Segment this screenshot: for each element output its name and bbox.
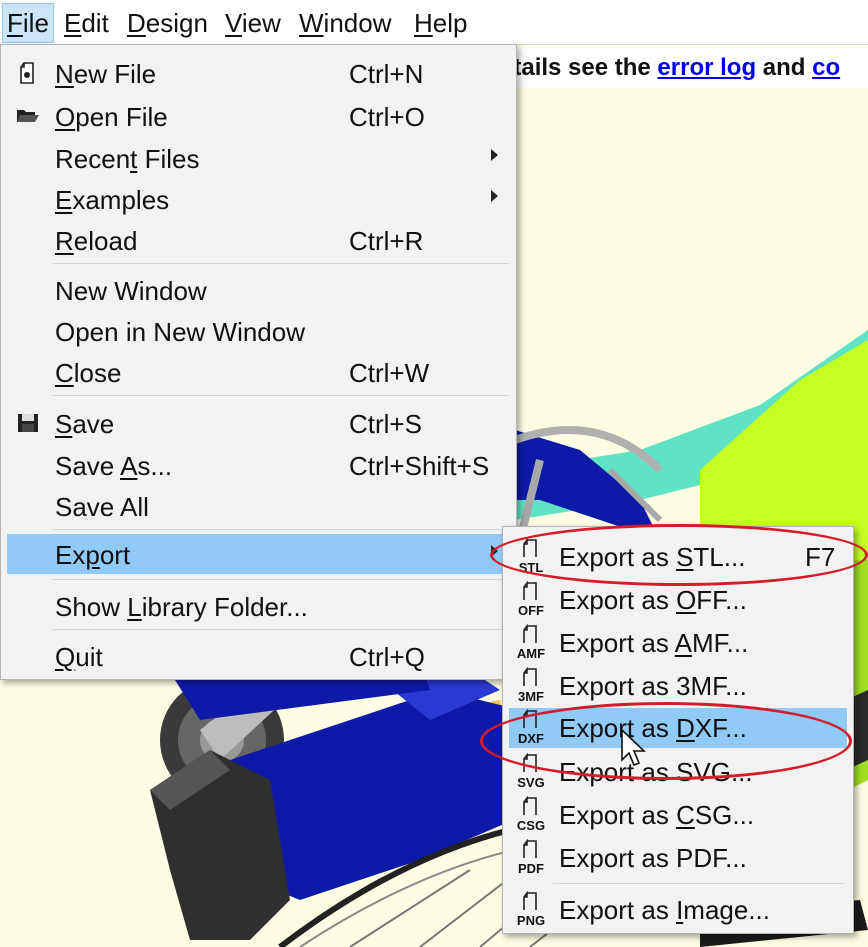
export-off[interactable]: OFF Export as OFF...	[509, 580, 847, 620]
menu-view[interactable]: View	[221, 4, 285, 42]
shortcut: Ctrl+S	[349, 409, 422, 439]
file-amf-icon: AMF	[511, 624, 551, 662]
menu-window[interactable]: Window	[295, 4, 395, 42]
shortcut: Ctrl+O	[349, 102, 425, 132]
shortcut: Ctrl+Q	[349, 642, 425, 672]
export-csg[interactable]: CSG Export as CSG...	[509, 795, 847, 835]
menu-separator	[53, 629, 509, 630]
annotation-ellipse-stl	[490, 524, 868, 586]
menu-separator	[53, 529, 509, 530]
file-menu-show-library-folder[interactable]: Show Library Folder...	[7, 586, 510, 626]
file-menu-save[interactable]: Save Ctrl+S	[7, 403, 510, 443]
file-3mf-icon: 3MF	[511, 667, 551, 705]
mouse-cursor-icon	[621, 728, 646, 767]
shortcut: Ctrl+Shift+S	[349, 451, 490, 481]
file-png-icon: PNG	[511, 891, 551, 929]
shortcut: Ctrl+N	[349, 59, 424, 89]
menu-help[interactable]: Help	[410, 4, 471, 42]
file-menu-open-file[interactable]: Open File Ctrl+O	[7, 96, 510, 136]
file-menu-save-as[interactable]: Save As... Ctrl+Shift+S	[7, 445, 510, 485]
file-pdf-icon: PDF	[511, 839, 551, 877]
menu-bar: File Edit Design View Window Help	[0, 0, 868, 45]
export-3mf[interactable]: 3MF Export as 3MF...	[509, 666, 847, 706]
error-text-middle: and	[756, 54, 813, 81]
submenu-arrow-icon	[491, 149, 498, 161]
annotation-ellipse-dxf	[480, 702, 852, 780]
file-off-icon: OFF	[511, 581, 551, 619]
file-menu-open-in-new-window[interactable]: Open in New Window	[7, 311, 510, 351]
file-menu-quit[interactable]: Quit Ctrl+Q	[7, 636, 510, 676]
export-image[interactable]: PNG Export as Image...	[509, 890, 847, 930]
error-text-prefix: etails see the	[500, 54, 658, 81]
submenu-arrow-icon	[491, 190, 498, 202]
menu-design[interactable]: Design	[123, 4, 212, 42]
menu-separator	[53, 579, 509, 580]
menu-separator	[53, 263, 509, 264]
export-pdf[interactable]: PDF Export as PDF...	[509, 838, 847, 878]
file-menu-export[interactable]: Export	[7, 534, 510, 574]
save-disk-icon	[18, 414, 38, 432]
console-link[interactable]: co	[812, 54, 840, 81]
file-menu-close[interactable]: Close Ctrl+W	[7, 352, 510, 392]
menu-separator	[553, 883, 843, 884]
file-menu: New File Ctrl+N Open File Ctrl+O Recent …	[0, 44, 517, 680]
shortcut: Ctrl+W	[349, 358, 430, 388]
menu-file[interactable]: File	[2, 3, 54, 43]
error-message-bar: etails see the error log and co	[500, 48, 868, 88]
menu-edit[interactable]: Edit	[60, 4, 113, 42]
file-menu-recent-files[interactable]: Recent Files	[7, 138, 510, 178]
open-folder-icon	[17, 110, 39, 122]
shortcut: Ctrl+R	[349, 226, 424, 256]
file-menu-save-all[interactable]: Save All	[7, 486, 510, 526]
error-log-link[interactable]: error log	[657, 54, 756, 81]
file-menu-examples[interactable]: Examples	[7, 179, 510, 219]
menu-separator	[53, 395, 509, 396]
file-menu-new-window[interactable]: New Window	[7, 270, 510, 310]
file-menu-new-file[interactable]: New File Ctrl+N	[7, 53, 510, 93]
file-menu-reload[interactable]: Reload Ctrl+R	[7, 220, 510, 260]
export-amf[interactable]: AMF Export as AMF...	[509, 623, 847, 663]
file-csg-icon: CSG	[511, 796, 551, 834]
new-file-icon	[20, 62, 34, 84]
